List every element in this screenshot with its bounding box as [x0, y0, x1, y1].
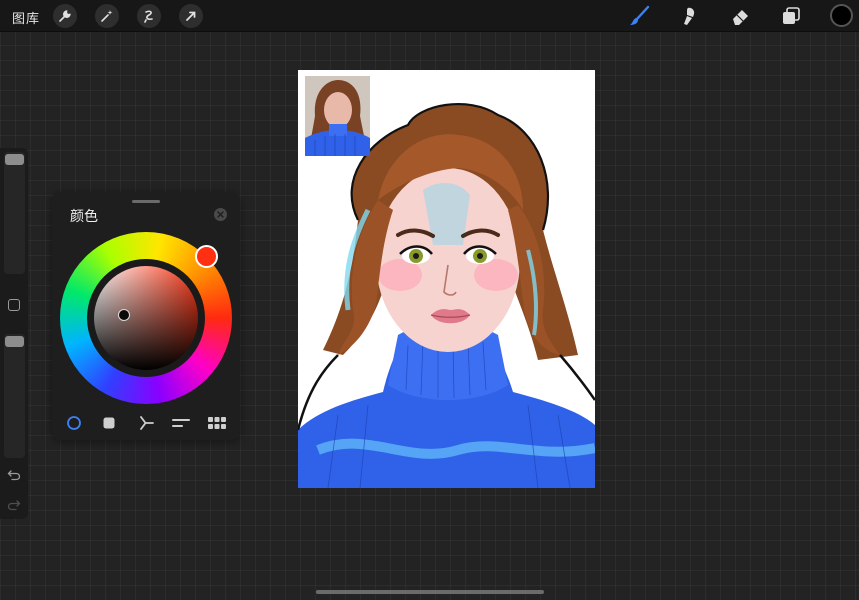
opacity-thumb[interactable]	[5, 336, 24, 347]
panel-title: 颜色	[70, 209, 98, 225]
color-mode-tabs	[52, 414, 240, 432]
magic-wand-icon[interactable]	[95, 4, 119, 28]
harmony-mode-icon[interactable]	[137, 414, 155, 432]
value-mode-icon[interactable]	[172, 414, 190, 432]
saturation-brightness-disc[interactable]	[94, 266, 198, 370]
brush-size-slider[interactable]	[4, 152, 25, 274]
color-swatch-button[interactable]	[830, 4, 853, 27]
undo-icon[interactable]	[6, 468, 22, 482]
wheel-inner-gap	[87, 259, 205, 377]
home-indicator[interactable]	[316, 590, 544, 594]
palettes-mode-icon[interactable]	[208, 414, 226, 432]
brush-size-thumb[interactable]	[5, 154, 24, 165]
smudge-icon[interactable]	[677, 3, 703, 29]
layers-icon[interactable]	[778, 3, 804, 29]
modify-button[interactable]	[8, 299, 20, 311]
reference-photo[interactable]	[305, 76, 370, 156]
gallery-button[interactable]: 图库	[12, 8, 40, 27]
wrench-icon[interactable]	[53, 4, 77, 28]
top-toolbar: 图库	[0, 0, 859, 32]
redo-icon[interactable]	[6, 498, 22, 512]
eraser-icon[interactable]	[728, 3, 754, 29]
opacity-slider[interactable]	[4, 334, 25, 458]
disc-mode-icon[interactable]	[65, 414, 83, 432]
classic-mode-icon[interactable]	[100, 414, 118, 432]
transform-arrow-icon[interactable]	[179, 4, 203, 28]
left-sidebar	[0, 148, 28, 519]
color-panel[interactable]: 颜色	[52, 192, 240, 440]
selection-icon[interactable]	[137, 4, 161, 28]
close-icon[interactable]	[214, 208, 227, 221]
drawing-canvas[interactable]	[298, 70, 595, 488]
saturation-knob[interactable]	[118, 309, 130, 321]
brush-icon[interactable]	[627, 3, 653, 29]
hue-knob[interactable]	[195, 245, 218, 268]
panel-grabber[interactable]	[132, 200, 160, 203]
